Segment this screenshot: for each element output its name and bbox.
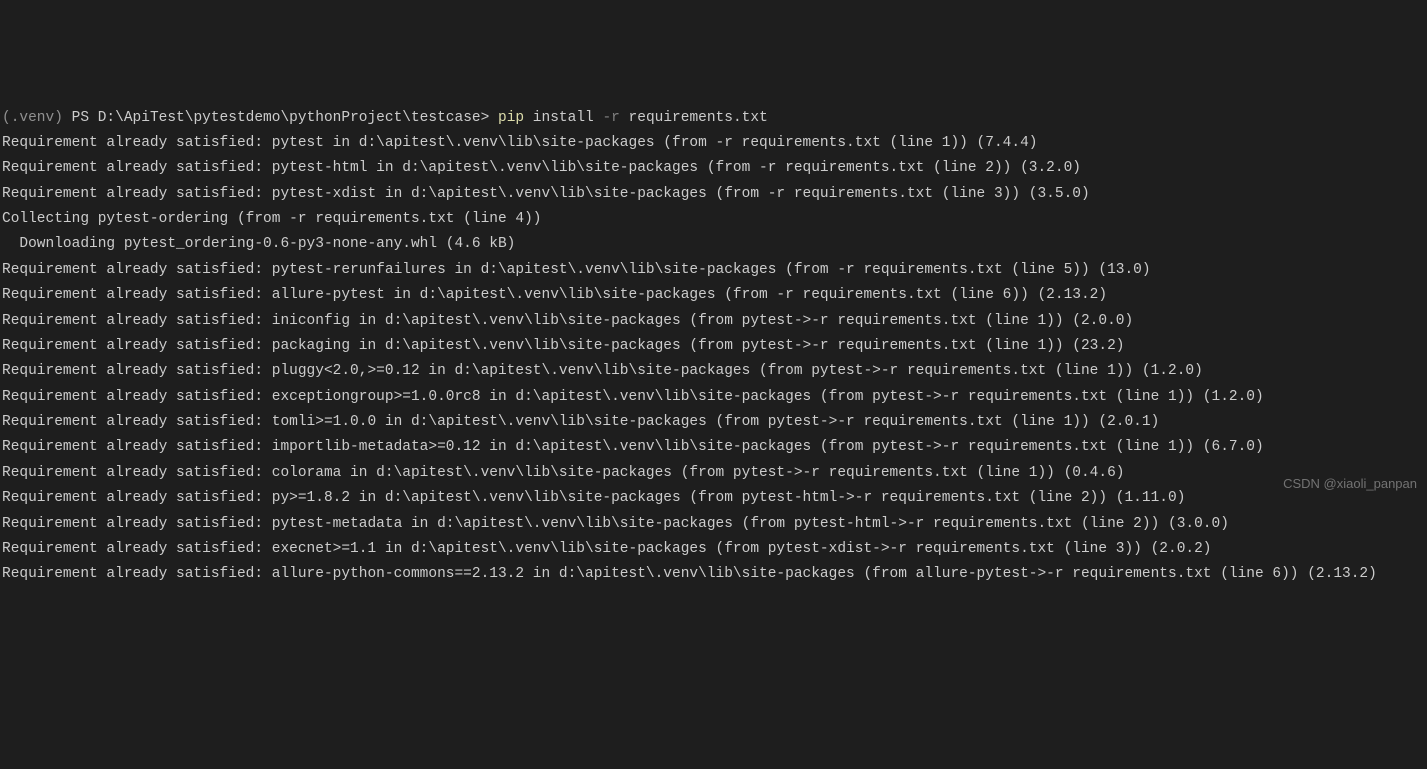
output-line: Requirement already satisfied: pytest-re… [2,258,1425,283]
output-line: Requirement already satisfied: packaging… [2,334,1425,359]
output-line: Requirement already satisfied: allure-py… [2,283,1425,308]
output-line: Requirement already satisfied: allure-py… [2,562,1425,587]
working-directory: D:\ApiTest\pytestdemo\pythonProject\test… [98,110,498,126]
watermark: CSDN @xiaoli_panpan [1283,473,1417,496]
output-line: Collecting pytest-ordering (from -r requ… [2,207,1425,232]
output-line: Requirement already satisfied: pluggy<2.… [2,359,1425,384]
output-line: Requirement already satisfied: execnet>=… [2,537,1425,562]
output-line: Requirement already satisfied: exception… [2,385,1425,410]
output-line: Requirement already satisfied: colorama … [2,461,1425,486]
output-line: Requirement already satisfied: pytest in… [2,131,1425,156]
command-arg: requirements.txt [620,110,768,126]
command-flag: -r [602,110,619,126]
output-line: Requirement already satisfied: py>=1.8.2… [2,486,1425,511]
venv-indicator: (.venv) [2,110,72,126]
output-line: Downloading pytest_ordering-0.6-py3-none… [2,232,1425,257]
prompt-line: (.venv) PS D:\ApiTest\pytestdemo\pythonP… [2,106,1425,131]
output-line: Requirement already satisfied: pytest-ht… [2,156,1425,181]
output-line: Requirement already satisfied: importlib… [2,435,1425,460]
shell-indicator: PS [72,110,98,126]
output-line: Requirement already satisfied: iniconfig… [2,309,1425,334]
command-pip: pip [498,110,524,126]
command-install: install [524,110,602,126]
terminal-output[interactable]: (.venv) PS D:\ApiTest\pytestdemo\pythonP… [2,106,1425,588]
output-line: Requirement already satisfied: pytest-xd… [2,182,1425,207]
output-line: Requirement already satisfied: pytest-me… [2,512,1425,537]
output-line: Requirement already satisfied: tomli>=1.… [2,410,1425,435]
